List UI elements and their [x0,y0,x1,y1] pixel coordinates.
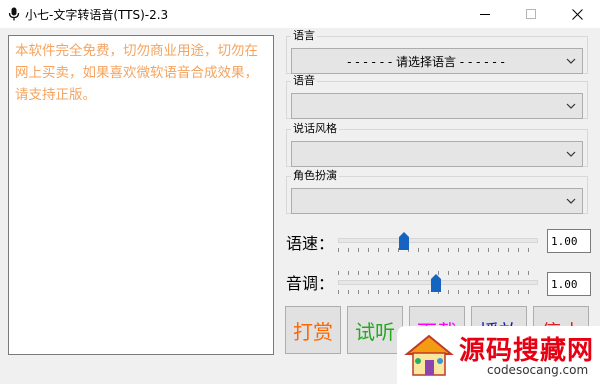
language-select[interactable]: - - - - - - 请选择语言 - - - - - - [291,48,583,74]
pitch-label: 音调： [286,274,335,293]
minimize-icon [480,14,490,15]
maximize-icon [526,9,536,19]
tip-button[interactable]: 打赏 [285,306,341,354]
watermark-domain: codesocang.com [487,363,589,377]
close-button[interactable] [554,0,600,28]
chevron-down-icon [566,151,576,157]
role-play-select[interactable] [291,188,583,214]
preview-button-label: 试听 [355,319,395,344]
role-play-label: 角色扮演 [293,169,337,182]
maximize-button[interactable] [508,0,554,28]
role-play-group: 角色扮演 [286,170,588,214]
house-logo-icon [404,334,454,376]
speed-slider-track [338,238,538,243]
notice-text: 本软件完全免费，切勿商业用途，切勿在网上买卖，如果喜欢微软语音合成效果，请支持正… [15,43,258,103]
pitch-value-input[interactable]: 1.00 [547,272,591,296]
speed-value: 1.00 [551,235,578,248]
title-bar: 小七-文字转语音(TTS)-2.3 [0,0,600,28]
speed-slider-ticks [338,248,538,252]
text-input-area[interactable]: 本软件完全免费，切勿商业用途，切勿在网上买卖，如果喜欢微软语音合成效果，请支持正… [8,35,274,355]
speed-value-input[interactable]: 1.00 [547,229,591,253]
language-label: 语言 [293,29,315,42]
speed-slider[interactable] [338,232,538,256]
watermark: 源码搜藏网 codesocang.com [397,326,600,384]
speaking-style-label: 说话风格 [293,122,337,135]
speed-slider-thumb[interactable] [399,232,409,250]
pitch-value: 1.00 [551,278,578,291]
watermark-logo: 源码搜藏网 [459,336,595,366]
pitch-slider[interactable] [338,271,538,298]
chevron-down-icon [566,198,576,204]
speaking-style-group: 说话风格 [286,123,588,167]
microphone-icon [8,7,20,21]
chevron-down-icon [566,58,576,64]
speaking-style-select[interactable] [291,141,583,167]
voice-group: 语音 [286,75,588,119]
voice-label: 语音 [293,74,315,87]
voice-select[interactable] [291,93,583,119]
tip-button-label: 打赏 [293,319,333,344]
language-group: 语言 - - - - - - 请选择语言 - - - - - - [286,30,588,74]
preview-button[interactable]: 试听 [347,306,403,354]
chevron-down-icon [566,103,576,109]
minimize-button[interactable] [462,0,508,28]
speed-label: 语速： [286,234,335,253]
language-select-value: - - - - - - 请选择语言 - - - - - - [347,55,505,69]
window-title: 小七-文字转语音(TTS)-2.3 [25,8,169,22]
pitch-slider-thumb[interactable] [431,274,441,292]
close-icon [571,8,583,20]
